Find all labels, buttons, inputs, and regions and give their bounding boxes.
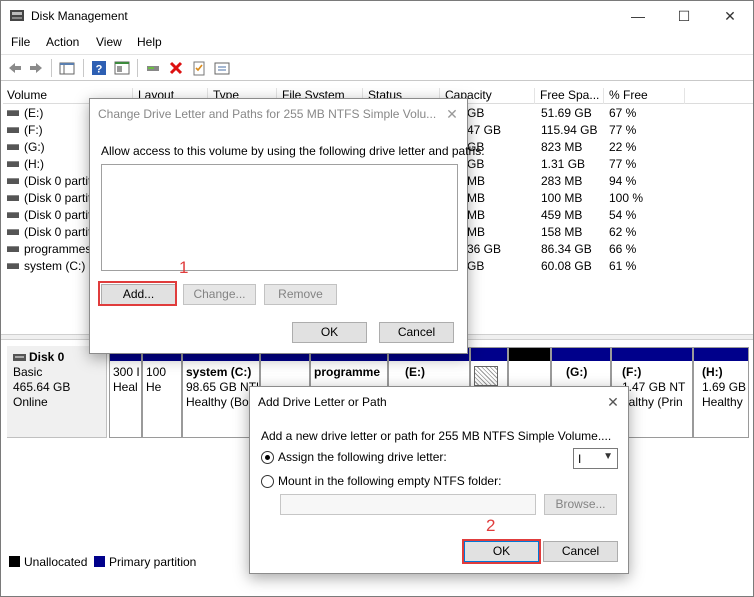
disk-name: Disk 0 — [29, 350, 65, 364]
volume-icon — [7, 245, 19, 252]
maximize-button[interactable]: ☐ — [661, 1, 707, 31]
mount-folder-radio[interactable] — [261, 475, 274, 488]
drive-paths-list[interactable] — [101, 164, 458, 271]
add-button-highlight — [98, 281, 177, 306]
disk-management-app-icon — [10, 10, 24, 21]
back-arrow-icon[interactable] — [7, 60, 23, 76]
mount-folder-path-input[interactable] — [280, 494, 536, 515]
mount-folder-label: Mount in the following empty NTFS folder… — [278, 474, 502, 488]
legend-unallocated: Unallocated — [24, 555, 88, 569]
add-dialog-close-button[interactable]: ✕ — [596, 387, 630, 417]
selected-hatch — [474, 366, 498, 386]
disk-management-window: Disk Management — ☐ ✕ File Action View H… — [0, 0, 754, 597]
settings-panel-icon[interactable] — [214, 60, 230, 76]
properties-view-icon[interactable] — [114, 60, 130, 76]
menu-action[interactable]: Action — [46, 35, 79, 49]
volume-icon — [7, 228, 19, 235]
column-free-space[interactable]: Free Spa... — [536, 88, 604, 104]
svg-text:?: ? — [96, 64, 103, 76]
volume-icon — [7, 109, 19, 116]
remove-button[interactable]: Remove — [264, 284, 337, 305]
disk-size: 465.64 GB — [13, 380, 71, 394]
volume-icon — [7, 211, 19, 218]
add-dialog-title: Add Drive Letter or Path — [258, 395, 387, 409]
forward-arrow-icon[interactable] — [28, 60, 44, 76]
window-title: Disk Management — [31, 9, 128, 23]
assign-drive-letter-radio[interactable] — [261, 451, 274, 464]
disk-type: Basic — [13, 365, 43, 379]
delete-icon[interactable] — [168, 60, 184, 76]
drive-letter-value: I — [578, 452, 582, 466]
ok-button-highlight — [462, 539, 541, 564]
change-dialog-ok-button[interactable]: OK — [292, 322, 367, 343]
toolbar: ? — [1, 54, 753, 81]
add-dialog-cancel-button[interactable]: Cancel — [543, 541, 618, 562]
column-percent-free[interactable]: % Free — [605, 88, 685, 104]
title-bar: Disk Management — ☐ ✕ — [1, 1, 753, 31]
add-dialog-instruction: Add a new drive letter or path for 255 M… — [261, 429, 612, 443]
change-button[interactable]: Change... — [183, 284, 256, 305]
partition-efi[interactable]: 100 He — [142, 347, 182, 438]
disk-icon — [13, 354, 26, 362]
partition-recovery[interactable]: 300 I Heal — [109, 347, 142, 438]
partition-h[interactable]: (H:) 1.69 GB Healthy — [693, 347, 749, 438]
change-dialog-title: Change Drive Letter and Paths for 255 MB… — [98, 107, 437, 121]
checklist-icon[interactable] — [191, 60, 207, 76]
volume-icon — [7, 177, 19, 184]
disk-0-label[interactable]: Disk 0 Basic 465.64 GB Online — [7, 346, 107, 438]
menu-help[interactable]: Help — [137, 35, 162, 49]
drive-letter-select[interactable]: I ▼ — [573, 448, 618, 469]
volume-icon — [7, 160, 19, 167]
chevron-down-icon: ▼ — [603, 451, 613, 462]
change-drive-letter-dialog: Change Drive Letter and Paths for 255 MB… — [89, 98, 485, 354]
disk-status: Online — [13, 395, 48, 409]
close-button[interactable]: ✕ — [707, 1, 753, 31]
add-drive-letter-dialog: Add Drive Letter or Path ✕ Add a new dri… — [249, 386, 629, 574]
assign-drive-letter-label: Assign the following drive letter: — [278, 450, 447, 464]
volume-icon — [7, 143, 19, 150]
help-icon[interactable]: ? — [91, 60, 107, 76]
menu-file[interactable]: File — [11, 35, 30, 49]
unallocated-swatch — [9, 556, 20, 567]
change-dialog-close-button[interactable]: ✕ — [435, 99, 469, 129]
change-dialog-instruction: Allow access to this volume by using the… — [101, 144, 485, 158]
volume-icon — [7, 194, 19, 201]
menu-view[interactable]: View — [96, 35, 122, 49]
change-dialog-cancel-button[interactable]: Cancel — [379, 322, 454, 343]
connect-disk-icon[interactable] — [145, 60, 161, 76]
menu-bar: File Action View Help — [1, 32, 753, 53]
primary-partition-swatch — [94, 556, 105, 567]
show-hide-console-tree-icon[interactable] — [59, 60, 75, 76]
browse-button[interactable]: Browse... — [544, 494, 617, 515]
legend-primary-partition: Primary partition — [109, 555, 197, 569]
step-1-marker: 1 — [179, 258, 189, 277]
step-2-marker: 2 — [486, 516, 496, 535]
minimize-button[interactable]: — — [615, 1, 661, 31]
volume-icon — [7, 262, 19, 269]
volume-icon — [7, 126, 19, 133]
